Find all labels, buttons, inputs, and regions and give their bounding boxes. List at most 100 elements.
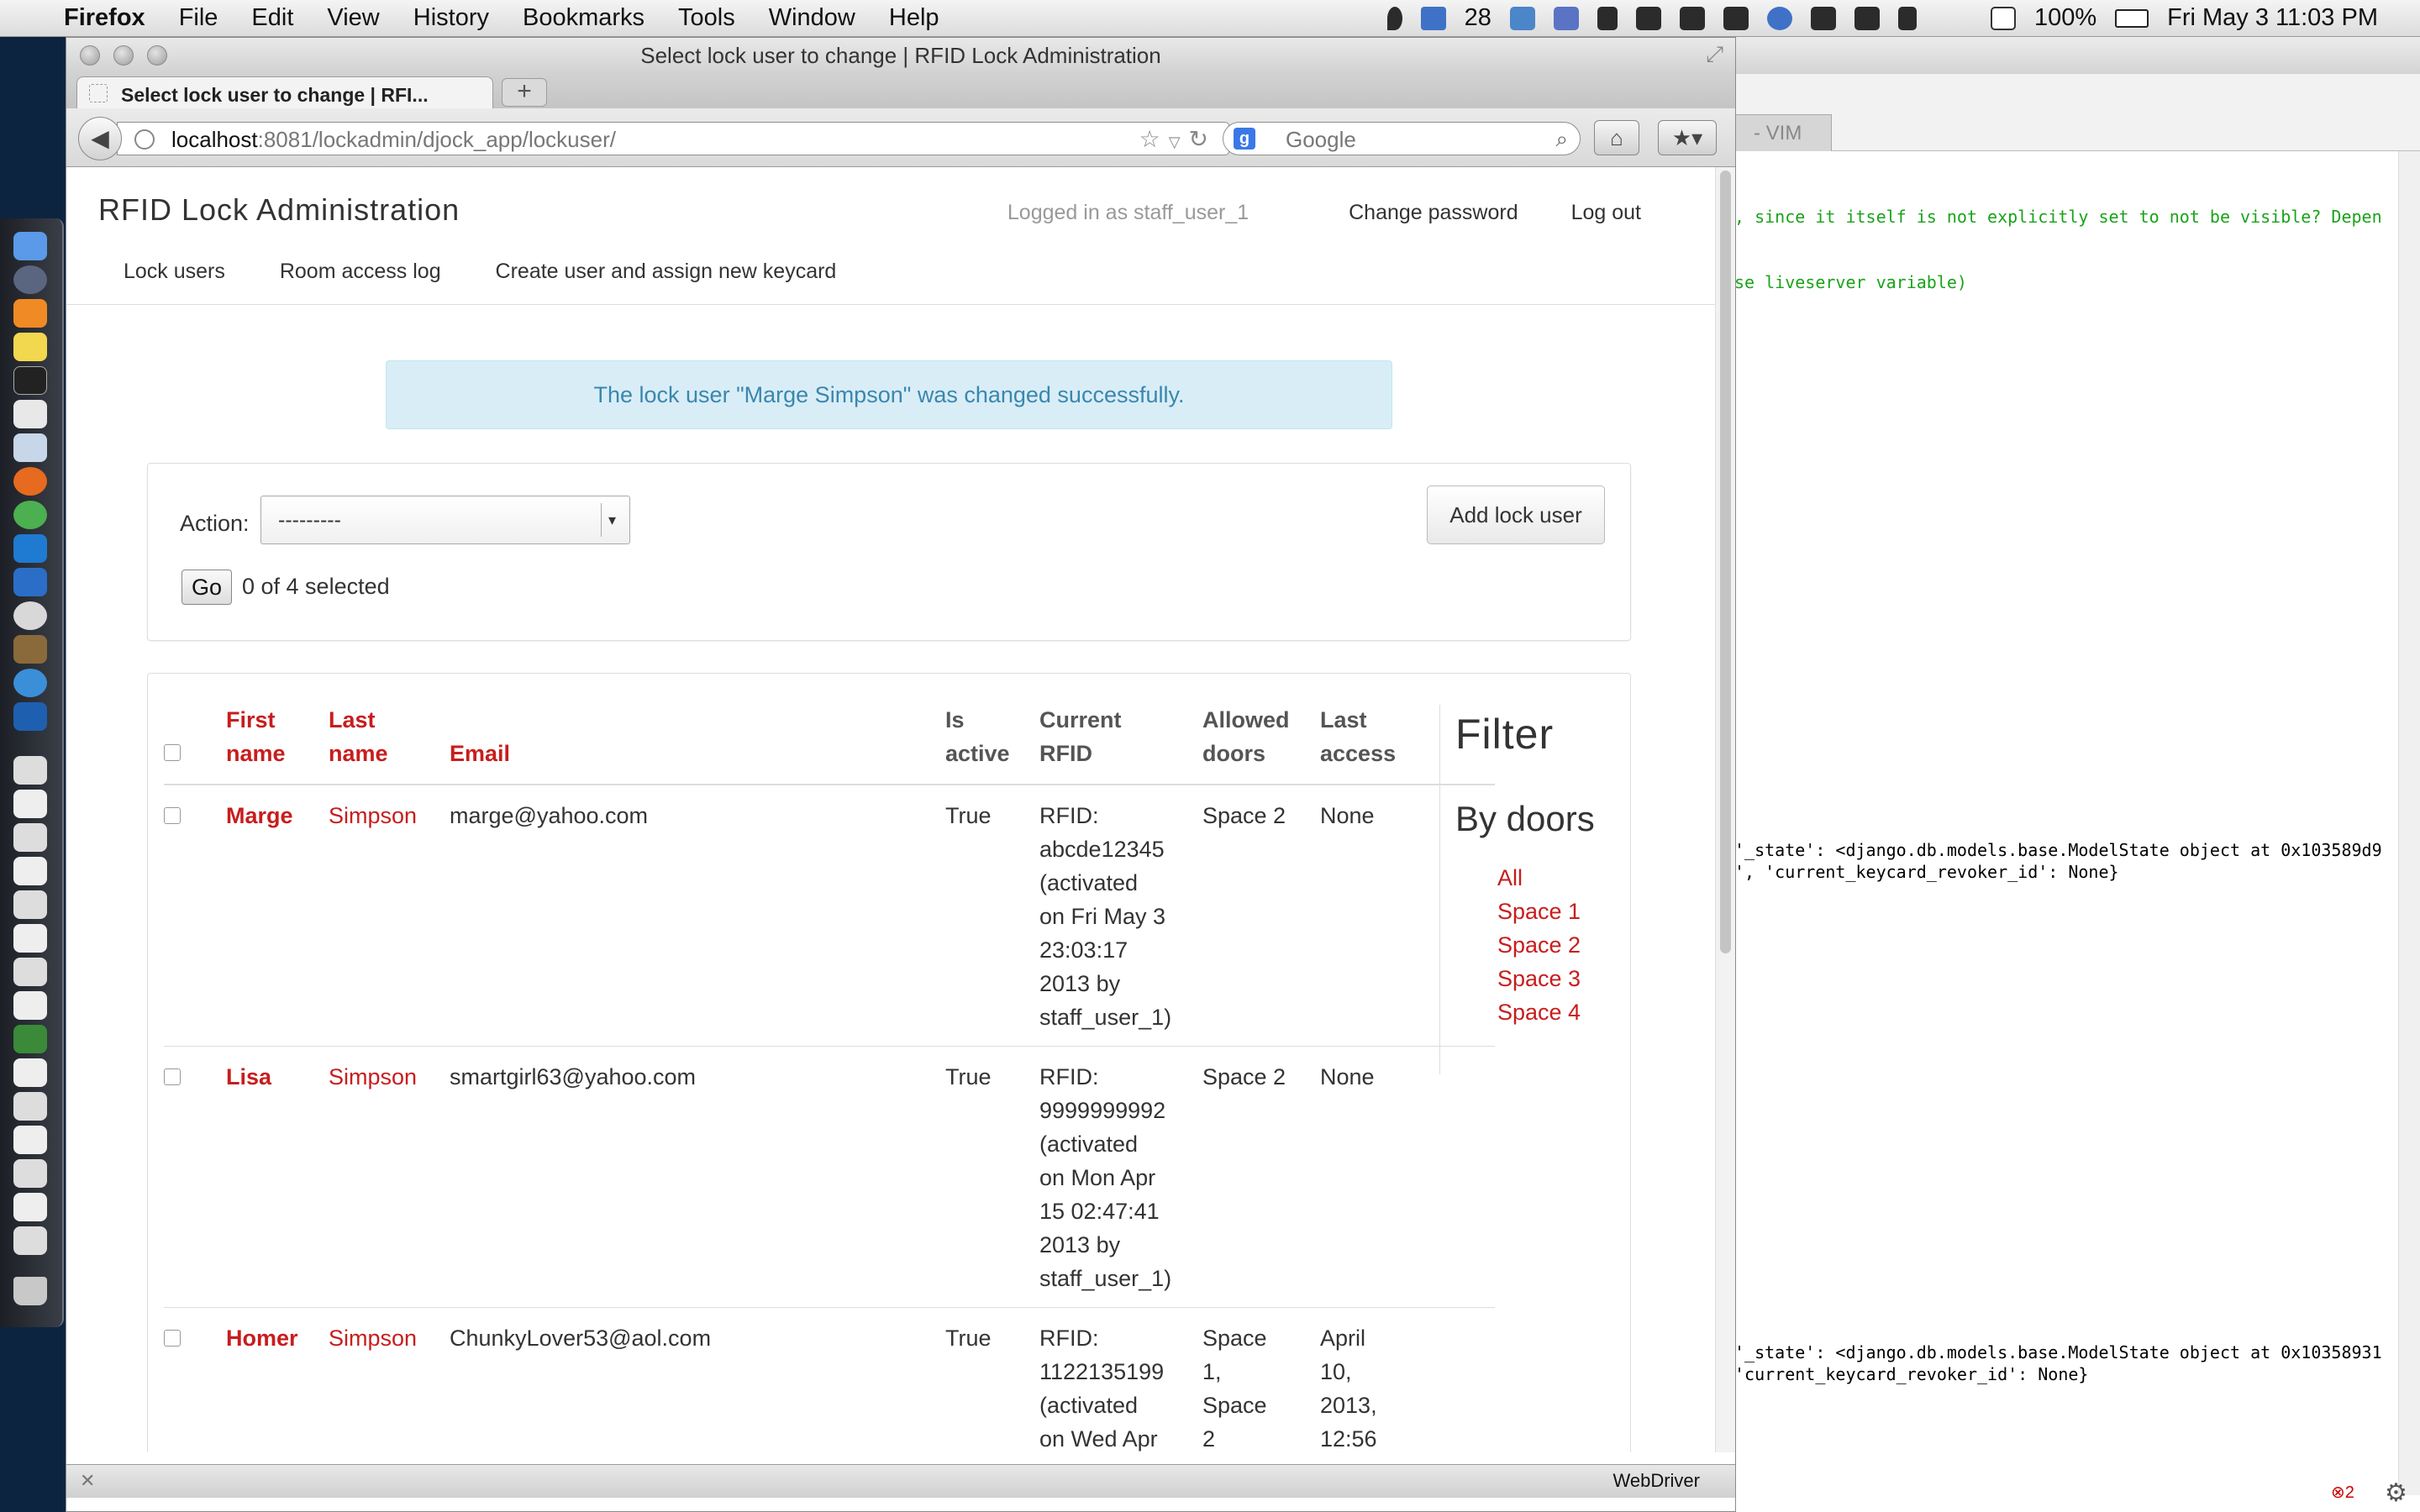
menu-bookmarks[interactable]: Bookmarks: [506, 4, 661, 32]
tab-active[interactable]: Select lock user to change | RFI...: [76, 76, 493, 108]
first-name-link[interactable]: Homer: [226, 1307, 329, 1452]
document-icon[interactable]: [13, 991, 47, 1020]
display-icon[interactable]: [1679, 6, 1705, 30]
site-title[interactable]: RFID Lock Administration: [98, 192, 460, 228]
dropdown-icon[interactable]: ▽: [1169, 134, 1189, 150]
last-name-cell[interactable]: Simpson: [329, 1307, 450, 1452]
terminal-icon[interactable]: [1723, 6, 1749, 30]
filter-option-space-4[interactable]: Space 4: [1497, 995, 1616, 1029]
action-select[interactable]: --------- ▾: [260, 496, 630, 544]
nav-lock-users[interactable]: Lock users: [124, 260, 225, 283]
select-all-checkbox[interactable]: [164, 744, 181, 761]
fullscreen-icon[interactable]: ⤢: [1706, 41, 1723, 68]
document-icon[interactable]: [13, 1226, 47, 1255]
nav-room-access-log[interactable]: Room access log: [280, 260, 441, 283]
first-name-link[interactable]: Marge: [226, 785, 329, 1047]
script-icon[interactable]: [1553, 6, 1579, 30]
document-icon[interactable]: [13, 1126, 47, 1154]
battery-percent[interactable]: 100%: [2034, 4, 2096, 32]
url-bar[interactable]: localhost:8081/lockadmin/djock_app/locku…: [117, 122, 1229, 155]
network-icon[interactable]: [13, 568, 47, 596]
fork-icon[interactable]: [1597, 6, 1618, 30]
page-scrollbar[interactable]: [1715, 167, 1735, 1452]
filter-option-space-2[interactable]: Space 2: [1497, 928, 1616, 962]
camera-icon[interactable]: [1635, 6, 1661, 30]
document-icon[interactable]: [13, 1159, 47, 1188]
row-checkbox[interactable]: [164, 1068, 181, 1085]
timer-icon[interactable]: [1766, 6, 1792, 30]
drop-icon[interactable]: [1386, 6, 1402, 30]
filter-option-space-3[interactable]: Space 3: [1497, 962, 1616, 995]
close-icon[interactable]: ✕: [80, 1470, 95, 1492]
terminal-dock-icon[interactable]: [13, 366, 47, 395]
col-last-name[interactable]: Last name: [329, 703, 450, 785]
home-button[interactable]: ⌂: [1594, 120, 1639, 155]
stickies-icon[interactable]: [13, 333, 47, 361]
menu-window[interactable]: Window: [752, 4, 872, 32]
document-icon[interactable]: [13, 857, 47, 885]
vim-tab[interactable]: - VIM: [1734, 114, 1832, 151]
row-checkbox[interactable]: [164, 807, 181, 824]
change-password-link[interactable]: Change password: [1349, 201, 1518, 224]
add-lock-user-button[interactable]: Add lock user: [1427, 486, 1605, 544]
document-icon[interactable]: [13, 1025, 47, 1053]
app-icon[interactable]: [13, 299, 47, 328]
document-icon[interactable]: [13, 1092, 47, 1121]
google-icon[interactable]: g: [1234, 128, 1255, 150]
finder-icon[interactable]: [13, 232, 47, 260]
row-checkbox[interactable]: [164, 1330, 181, 1347]
document-icon[interactable]: [13, 890, 47, 919]
notes-icon[interactable]: [1420, 6, 1446, 30]
search-icon[interactable]: ⌕: [1555, 126, 1568, 153]
bookmarks-button[interactable]: ★▾: [1658, 120, 1717, 155]
menu-tools[interactable]: Tools: [661, 4, 752, 32]
document-icon[interactable]: [13, 756, 47, 785]
automator-icon[interactable]: [13, 635, 47, 664]
document-icon[interactable]: [13, 790, 47, 818]
textedit-icon[interactable]: [13, 400, 47, 428]
clock[interactable]: Fri May 3 11:03 PM: [2167, 4, 2378, 32]
document-icon[interactable]: [13, 1193, 47, 1221]
filter-option-all[interactable]: All: [1497, 861, 1616, 895]
preview-icon[interactable]: [13, 433, 47, 462]
teamviewer-icon[interactable]: [13, 534, 47, 563]
col-email[interactable]: Email: [450, 703, 945, 785]
vim-error-badge[interactable]: ⊗2: [2331, 1482, 2354, 1503]
reload-icon[interactable]: ↻: [1189, 126, 1217, 152]
last-name-cell[interactable]: Simpson: [329, 1046, 450, 1308]
battery-icon[interactable]: [2115, 8, 2149, 28]
menu-help[interactable]: Help: [872, 4, 956, 32]
menu-file[interactable]: File: [162, 4, 235, 32]
close-window-button[interactable]: [80, 45, 100, 66]
menu-edit[interactable]: Edit: [234, 4, 310, 32]
audio-icon[interactable]: [13, 702, 47, 731]
chrome-icon[interactable]: [13, 501, 47, 529]
trash-icon[interactable]: [13, 1277, 47, 1305]
go-button[interactable]: Go: [182, 570, 232, 605]
menu-history[interactable]: History: [397, 4, 506, 32]
keyboard-icon[interactable]: [1990, 6, 2016, 30]
document-icon[interactable]: [13, 823, 47, 852]
disk-icon[interactable]: [13, 601, 47, 630]
vim-scrollbar[interactable]: [2398, 151, 2420, 1495]
zoom-window-button[interactable]: [147, 45, 167, 66]
grid-icon[interactable]: [1854, 6, 1880, 30]
col-first-name[interactable]: First name: [226, 703, 329, 785]
gear-icon[interactable]: ⚙: [2385, 1478, 2407, 1508]
search-input[interactable]: g Google ⌕: [1223, 122, 1581, 155]
back-button[interactable]: ◀: [78, 117, 122, 160]
filter-option-space-1[interactable]: Space 1: [1497, 895, 1616, 928]
menu-view[interactable]: View: [310, 4, 396, 32]
document-icon[interactable]: [13, 1058, 47, 1087]
nav-create-user[interactable]: Create user and assign new keycard: [496, 260, 837, 283]
system-icon[interactable]: [13, 265, 47, 294]
new-tab-button[interactable]: +: [502, 78, 547, 107]
document-icon[interactable]: [13, 924, 47, 953]
last-name-cell[interactable]: Simpson: [329, 785, 450, 1047]
bookmark-star-icon[interactable]: ☆: [1139, 126, 1169, 152]
itunes-icon[interactable]: [13, 669, 47, 697]
first-name-link[interactable]: Lisa: [226, 1046, 329, 1308]
scrollbar-thumb[interactable]: [1720, 171, 1731, 953]
sync-icon[interactable]: [1509, 6, 1535, 30]
log-out-link[interactable]: Log out: [1571, 201, 1641, 224]
